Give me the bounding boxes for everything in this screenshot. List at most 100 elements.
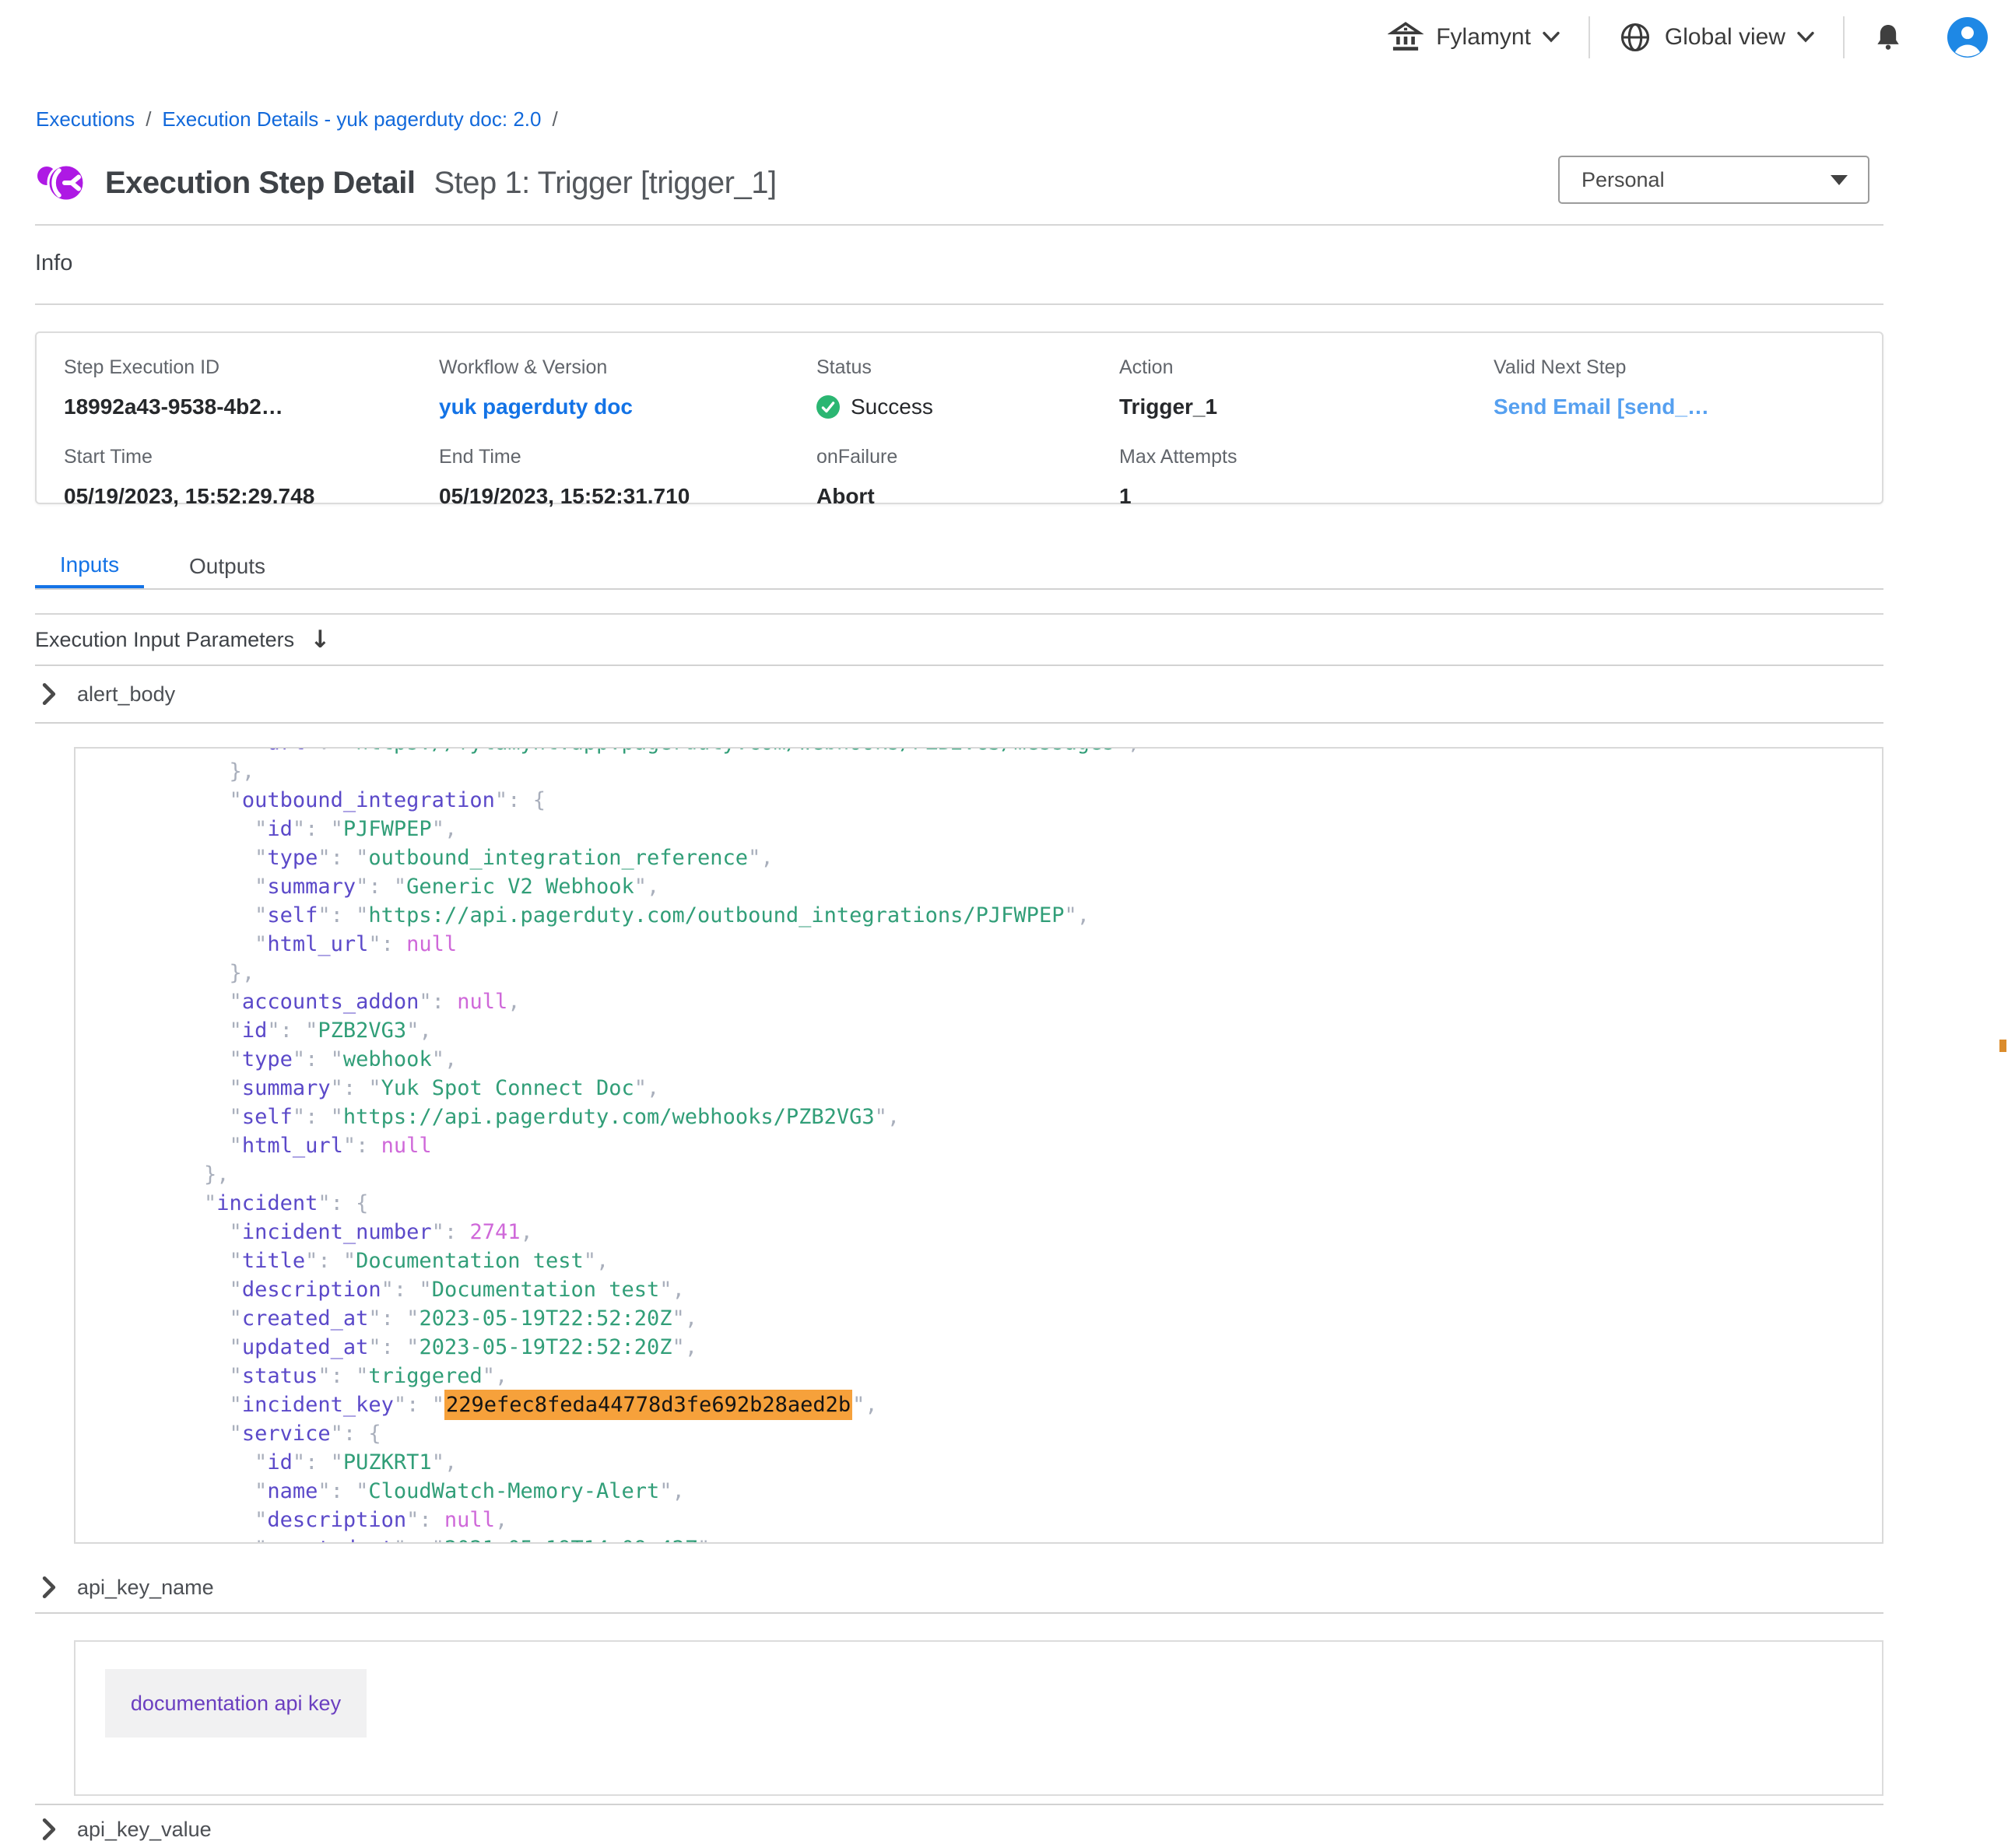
code-token: "	[318, 1191, 330, 1215]
field-value: 05/19/2023, 15:52:29.748	[64, 484, 439, 509]
code-token: "	[343, 747, 356, 755]
code-token	[343, 903, 356, 928]
code-token: outbound_integration_reference	[368, 846, 748, 870]
code-token: description	[267, 1508, 406, 1532]
code-token: ,	[887, 1105, 900, 1129]
code-token	[153, 1537, 255, 1544]
code-token	[153, 1450, 255, 1475]
workflow-step-icon	[35, 157, 86, 209]
code-token: "	[255, 1479, 267, 1503]
breadcrumb-link[interactable]: Executions	[36, 107, 135, 131]
json-code-viewer[interactable]: "url": "https://fylamynt.app.pagerduty.c…	[74, 747, 1883, 1544]
execution-input-parameters-label: Execution Input Parameters	[35, 628, 294, 652]
code-token: ,	[647, 1076, 659, 1100]
code-token: self	[267, 903, 318, 928]
tab-inputs[interactable]: Inputs	[35, 545, 144, 588]
code-token: "	[230, 1047, 242, 1071]
code-token: ,	[865, 1393, 877, 1417]
field-label: Status	[816, 356, 1119, 379]
code-token	[153, 1134, 230, 1158]
info-field-valid-next-step: Valid Next StepSend Email [send_…	[1494, 356, 1882, 419]
code-token: null	[457, 990, 507, 1014]
code-token: "	[356, 875, 368, 899]
code-token: "	[230, 1335, 242, 1359]
code-token: :	[343, 1076, 356, 1100]
divider	[35, 303, 1883, 305]
code-token: "	[255, 1537, 267, 1544]
code-token: "	[331, 1047, 343, 1071]
code-token: webhook	[343, 1047, 432, 1071]
field-value[interactable]: yuk pagerduty doc	[439, 394, 816, 419]
code-token: "	[368, 1335, 381, 1359]
code-token: created_at	[242, 1306, 369, 1331]
code-token: https://api.pagerduty.com/webhooks/PZB2V…	[343, 1105, 875, 1129]
notifications-button[interactable]	[1873, 21, 1904, 54]
download-icon[interactable]: ↓	[310, 626, 330, 654]
code-token: :	[331, 1364, 343, 1388]
code-token	[153, 817, 255, 841]
code-token: "	[356, 903, 368, 928]
code-token: "	[432, 1537, 444, 1544]
code-token: "	[356, 1479, 368, 1503]
code-token: service	[242, 1422, 331, 1446]
code-token: ,	[760, 846, 773, 870]
code-token: :	[381, 1335, 394, 1359]
user-avatar-icon	[1947, 17, 1988, 58]
code-token: "	[381, 1278, 394, 1302]
code-token: :	[381, 932, 394, 956]
top-bar: Fylamynt Global view	[1388, 0, 1988, 75]
code-token: https://api.pagerduty.com/outbound_integ…	[368, 903, 1064, 928]
code-token	[153, 1019, 230, 1043]
code-token: null	[381, 1134, 432, 1158]
code-token: "	[634, 1076, 647, 1100]
info-field-action: ActionTrigger_1	[1119, 356, 1494, 419]
code-token: "	[318, 903, 330, 928]
breadcrumb-link[interactable]: Execution Details - yuk pagerduty doc: 2…	[162, 107, 541, 131]
code-token: updated_at	[242, 1335, 369, 1359]
code-token: 2023-05-19T22:52:20Z	[419, 1306, 672, 1331]
field-value: 18992a43-9538-4b2…	[64, 394, 439, 419]
info-row: Start Time05/19/2023, 15:52:29.748End Ti…	[64, 446, 1882, 509]
code-token: "	[356, 846, 368, 870]
field-label: Start Time	[64, 446, 439, 468]
code-token	[153, 875, 255, 899]
code-token: ,	[444, 817, 457, 841]
code-token	[406, 1278, 419, 1302]
section-api-key-name[interactable]: api_key_name	[35, 1562, 1883, 1614]
section-api-key-value[interactable]: api_key_value	[35, 1804, 1883, 1848]
code-token: "	[230, 1249, 242, 1273]
code-token: id	[267, 1450, 293, 1475]
code-token: "	[672, 1306, 685, 1331]
code-token: ,	[685, 1335, 697, 1359]
code-token: :	[419, 1508, 431, 1532]
code-token: "	[432, 1220, 444, 1244]
code-token: "	[331, 1422, 343, 1446]
code-token: ,	[596, 1249, 609, 1273]
tab-outputs[interactable]: Outputs	[181, 545, 273, 588]
view-switcher[interactable]: Global view	[1618, 20, 1815, 54]
code-token: "	[255, 817, 267, 841]
info-field-status: StatusSuccess	[816, 356, 1119, 419]
section-alert-body[interactable]: alert_body	[35, 666, 1883, 724]
avatar[interactable]	[1947, 17, 1988, 58]
code-token: "	[356, 1364, 368, 1388]
bank-icon	[1388, 19, 1424, 55]
code-token: "	[293, 1105, 305, 1129]
scope-select[interactable]: Personal	[1558, 156, 1869, 204]
code-token: "	[343, 1134, 356, 1158]
code-token: 2023-05-19T22:52:20Z	[419, 1335, 672, 1359]
field-label: Workflow & Version	[439, 356, 816, 379]
code-token: ,	[1077, 903, 1090, 928]
code-token: description	[242, 1278, 381, 1302]
info-card: Step Execution ID18992a43-9538-4b2…Workf…	[35, 331, 1883, 504]
scrollbar-find-marker[interactable]	[1999, 1040, 2006, 1052]
code-token: :	[305, 1105, 318, 1129]
info-field-start-time: Start Time 05/19/2023, 15:52:29.748	[64, 446, 439, 509]
org-switcher[interactable]: Fylamynt	[1388, 19, 1560, 55]
code-token	[153, 1220, 230, 1244]
code-token: :	[368, 875, 381, 899]
code-token: "	[230, 1306, 242, 1331]
code-token: :	[406, 1537, 419, 1544]
field-value[interactable]: Send Email [send_…	[1494, 394, 1882, 419]
field-label: Action	[1119, 356, 1494, 379]
